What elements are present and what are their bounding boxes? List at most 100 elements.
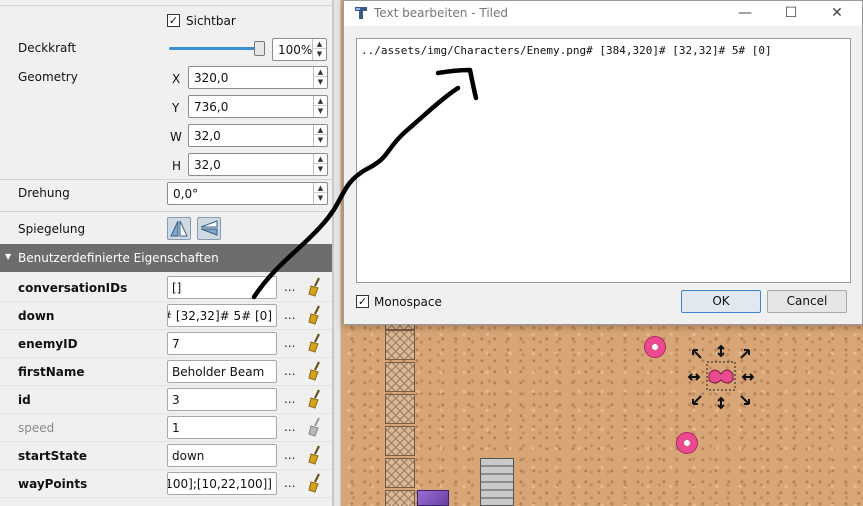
opacity-value: 100%: [278, 43, 313, 57]
divider: [0, 179, 332, 180]
property-value-field[interactable]: down: [167, 444, 277, 467]
spin-buttons[interactable]: ▲ ▼: [313, 125, 327, 146]
maximize-button[interactable]: ☐: [768, 1, 814, 26]
dialog-title: Text bearbeiten - Tiled: [374, 6, 508, 20]
spin-buttons[interactable]: ▲ ▼: [312, 39, 326, 60]
property-name: wayPoints: [18, 477, 88, 491]
flip-horizontal-icon: [170, 220, 188, 237]
edit-value-button[interactable]: ...: [284, 364, 295, 378]
enemy-sprite[interactable]: [644, 336, 666, 358]
h-label: H: [172, 159, 182, 173]
spin-buttons[interactable]: ▲ ▼: [313, 154, 327, 175]
close-button[interactable]: ✕: [814, 1, 860, 26]
opacity-label: Deckkraft: [18, 41, 77, 55]
reset-broom-icon[interactable]: [306, 389, 324, 409]
visible-checkbox[interactable]: ✓: [167, 14, 180, 27]
text-editor[interactable]: ../assets/img/Characters/Enemy.png# [384…: [356, 38, 851, 283]
opacity-slider-handle[interactable]: [254, 41, 265, 56]
edit-value-button[interactable]: ...: [284, 336, 295, 350]
reset-broom-icon[interactable]: [306, 473, 324, 493]
x-spinbox[interactable]: 320,0 ▲ ▼: [188, 66, 328, 89]
property-name: enemyID: [18, 337, 78, 351]
property-value: ,22,100];[10,22,100]]: [168, 477, 272, 491]
crate-tile: [385, 362, 415, 392]
h-spinbox[interactable]: 32,0 ▲ ▼: [188, 153, 328, 176]
reset-broom-icon[interactable]: [306, 305, 324, 325]
spin-buttons[interactable]: ▲ ▼: [313, 183, 327, 204]
reset-broom-icon[interactable]: [306, 417, 324, 437]
property-value-field[interactable]: []: [167, 276, 277, 299]
property-value: down: [172, 449, 205, 463]
splitter[interactable]: [333, 0, 341, 506]
geometry-label: Geometry: [18, 70, 78, 84]
properties-panel: ✓ Sichtbar Deckkraft 100% ▲ ▼ Geometry X …: [0, 0, 333, 506]
rotation-label: Drehung: [18, 186, 70, 200]
opacity-slider-track[interactable]: [169, 47, 261, 50]
opacity-spinbox[interactable]: 100% ▲ ▼: [272, 38, 327, 61]
property-value-field[interactable]: Beholder Beam: [167, 360, 277, 383]
property-name: down: [18, 309, 55, 323]
rotation-spinbox[interactable]: 0,0° ▲ ▼: [167, 182, 328, 205]
custom-property-row: speed 1...: [0, 414, 332, 442]
edit-value-button[interactable]: ...: [284, 308, 295, 322]
crate-tile: [385, 490, 415, 506]
property-name: speed: [18, 421, 55, 435]
flip-horizontal-button[interactable]: [167, 217, 191, 240]
property-value-field[interactable]: 1: [167, 416, 277, 439]
selected-object[interactable]: [685, 344, 757, 410]
custom-property-row: wayPoints ,22,100];[10,22,100]]...: [0, 470, 332, 498]
y-spinbox[interactable]: 736,0 ▲ ▼: [188, 95, 328, 118]
property-value-field[interactable]: 7: [167, 332, 277, 355]
custom-properties-header[interactable]: ▼ Benutzerdefinierte Eigenschaften: [0, 244, 332, 272]
flip-vertical-button[interactable]: [197, 217, 221, 240]
property-value: 1: [172, 421, 180, 435]
visible-label: Sichtbar: [186, 14, 236, 28]
reset-broom-icon[interactable]: [306, 361, 324, 381]
dialog-titlebar[interactable]: Text bearbeiten - Tiled — ☐ ✕: [344, 1, 862, 26]
custom-properties-title: Benutzerdefinierte Eigenschaften: [18, 251, 219, 265]
enemy-sprite[interactable]: [676, 432, 698, 454]
edit-value-button[interactable]: ...: [284, 476, 295, 490]
y-label: Y: [172, 101, 180, 115]
monospace-checkbox[interactable]: ✓: [356, 295, 369, 308]
editor-text: ../assets/img/Characters/Enemy.png# [384…: [361, 44, 772, 57]
crate-tile: [385, 330, 415, 360]
edit-value-button[interactable]: ...: [284, 392, 295, 406]
spin-buttons[interactable]: ▲ ▼: [313, 96, 327, 117]
property-value: []: [172, 281, 182, 295]
ok-button[interactable]: OK: [681, 290, 761, 313]
w-spinbox[interactable]: 32,0 ▲ ▼: [188, 124, 328, 147]
rotation-value: 0,0°: [173, 187, 199, 201]
crystal-tile: [417, 490, 449, 506]
divider: [0, 211, 332, 212]
divider: [0, 5, 332, 6]
property-value-field[interactable]: 320]# [32,32]# 5# [0]: [167, 304, 277, 327]
reset-broom-icon[interactable]: [306, 277, 324, 297]
custom-property-row: id 3...: [0, 386, 332, 414]
flip-label: Spiegelung: [18, 222, 86, 236]
edit-value-button[interactable]: ...: [284, 280, 295, 294]
custom-property-row: down 320]# [32,32]# 5# [0]...: [0, 302, 332, 330]
property-value-field[interactable]: 3: [167, 388, 277, 411]
property-name: startState: [18, 449, 87, 463]
minimize-button[interactable]: —: [722, 1, 768, 26]
collapse-arrow-icon: ▼: [5, 252, 12, 261]
custom-property-row: firstName Beholder Beam...: [0, 358, 332, 386]
property-value: 3: [172, 393, 180, 407]
reset-broom-icon[interactable]: [306, 445, 324, 465]
cancel-button[interactable]: Cancel: [767, 290, 847, 313]
property-name: conversationIDs: [18, 281, 128, 295]
stair-tile: [480, 458, 514, 506]
property-name: id: [18, 393, 31, 407]
monospace-label: Monospace: [374, 295, 442, 309]
w-label: W: [170, 130, 182, 144]
x-value: 320,0: [194, 71, 229, 85]
edit-value-button[interactable]: ...: [284, 420, 295, 434]
edit-value-button[interactable]: ...: [284, 448, 295, 462]
w-value: 32,0: [194, 129, 221, 143]
flip-vertical-icon: [200, 220, 218, 236]
reset-broom-icon[interactable]: [306, 333, 324, 353]
property-value: 320]# [32,32]# 5# [0]: [168, 309, 272, 323]
spin-buttons[interactable]: ▲ ▼: [313, 67, 327, 88]
property-value-field[interactable]: ,22,100];[10,22,100]]: [167, 472, 277, 495]
